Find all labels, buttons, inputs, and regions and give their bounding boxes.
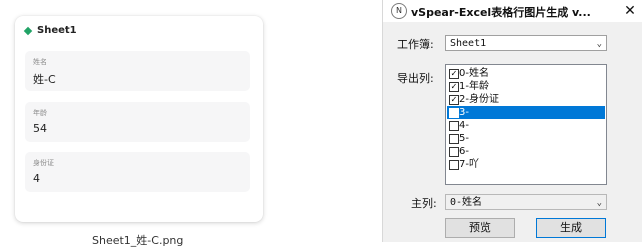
column-item-label: 6- [459,146,469,157]
column-item-label: 7-吖 [459,159,479,170]
column-item[interactable]: 7-吖 [447,158,605,171]
workbook-select[interactable]: Sheet1 ⌄ [445,35,607,51]
field-name: 姓名 姓-C [25,51,250,91]
column-item[interactable]: 5- [447,132,605,145]
checkbox[interactable] [449,147,459,157]
key-column-select[interactable]: 0-姓名 ⌄ [445,194,607,210]
chevron-down-icon: ⌄ [596,198,602,208]
column-item-label: 5- [459,133,469,144]
vspear-dialog: N vSpear-Excel表格行图片生成 v... ✕ 工作簿: Sheet1… [382,0,642,242]
checkbox[interactable] [449,121,459,131]
column-item[interactable]: ✓ 2-身份证 [447,93,605,106]
column-item[interactable]: 4- [447,119,605,132]
field-id-number: 身份证 4 [25,152,250,192]
checkbox[interactable] [449,108,459,118]
record-card: Sheet1 姓名 姓-C 年龄 54 身份证 4 [15,16,263,222]
preview-button[interactable]: 预览 [445,218,515,238]
columns-label: 导出列: [397,72,434,85]
field-label: 身份证 [33,159,54,167]
field-label: 姓名 [33,58,47,66]
title-bar: N vSpear-Excel表格行图片生成 v... ✕ [383,0,642,22]
field-value: 54 [33,122,47,135]
column-item[interactable]: ✓ 0-姓名 [447,67,605,80]
close-button[interactable]: ✕ [617,0,642,22]
checkbox[interactable]: ✓ [449,82,459,92]
card-title: Sheet1 [23,25,77,36]
column-item-label: 2-身份证 [459,94,499,105]
checkbox[interactable]: ✓ [449,95,459,105]
workbook-select-value: Sheet1 [450,38,487,49]
key-column-label: 主列: [411,197,437,210]
checkbox[interactable] [449,134,459,144]
field-value: 姓-C [33,73,56,86]
checkbox[interactable]: ✓ [449,69,459,79]
generate-button[interactable]: 生成 [536,218,606,238]
column-item-selected[interactable]: 3- [447,106,605,119]
app-logo-icon: N [391,3,407,19]
checkbox[interactable] [449,160,459,170]
field-age: 年龄 54 [25,102,250,142]
field-value: 4 [33,172,40,185]
export-columns-list[interactable]: ✓ 0-姓名 ✓ 1-年龄 ✓ 2-身份证 3- 4- 5- 6- 7-吖 [445,64,607,185]
column-item[interactable]: ✓ 1-年龄 [447,80,605,93]
column-item[interactable]: 6- [447,145,605,158]
image-preview-area: Sheet1 姓名 姓-C 年龄 54 身份证 4 Sheet1_姓-C.png [0,0,382,247]
window-title: vSpear-Excel表格行图片生成 v... [411,6,591,19]
chevron-down-icon: ⌄ [596,39,602,49]
column-item-label: 3- [459,107,469,118]
diamond-icon [23,26,33,35]
column-item-label: 4- [459,120,469,131]
card-title-text: Sheet1 [37,25,77,36]
key-column-select-value: 0-姓名 [450,197,483,208]
column-item-label: 0-姓名 [459,68,489,79]
column-item-label: 1-年龄 [459,81,489,92]
field-label: 年龄 [33,109,47,117]
file-name-caption: Sheet1_姓-C.png [92,234,184,247]
workbook-label: 工作簿: [397,38,434,51]
